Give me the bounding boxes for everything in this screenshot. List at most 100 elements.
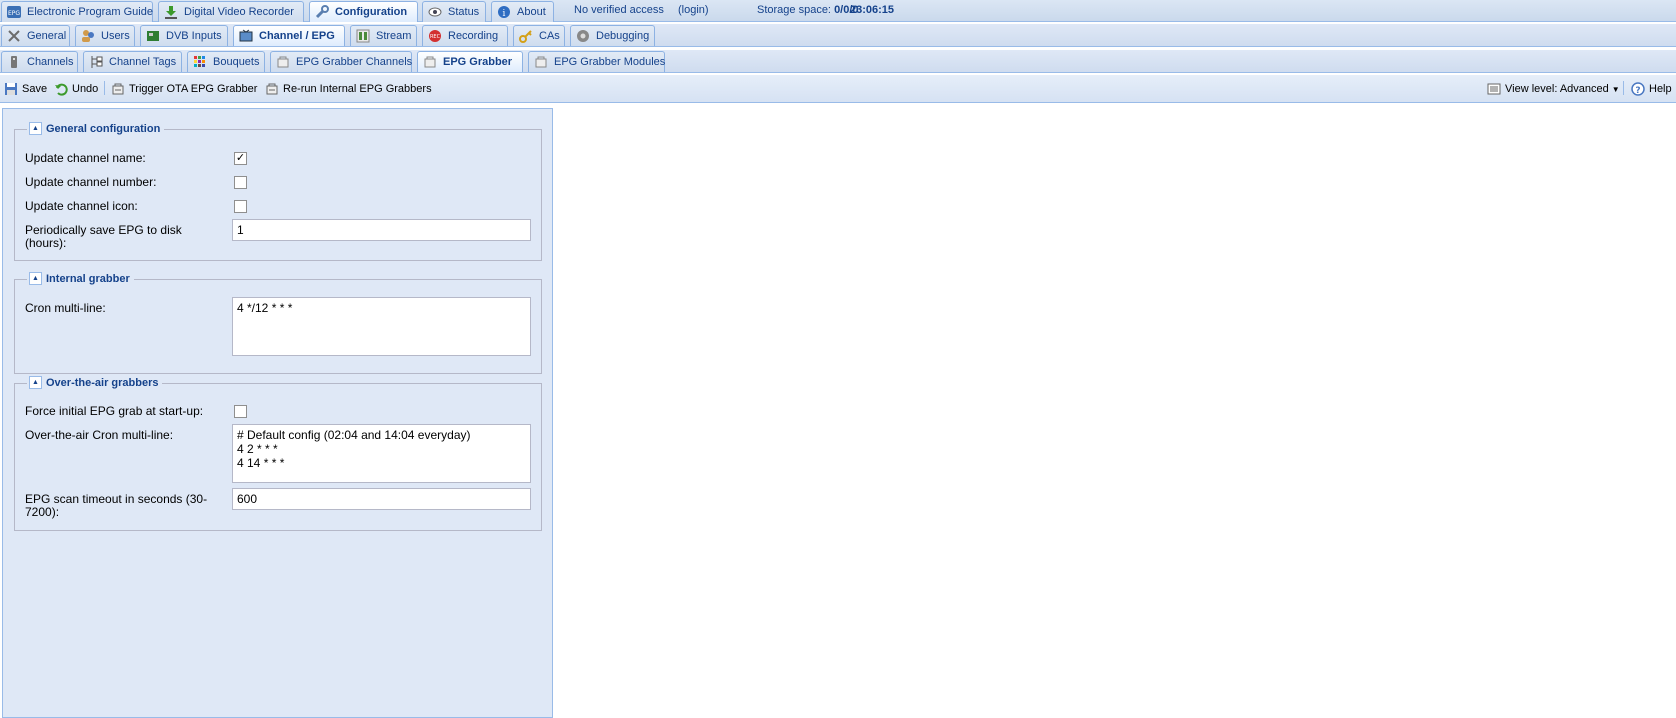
storage-label: Storage space:: [757, 4, 831, 16]
svg-text:i: i: [503, 9, 506, 19]
view-level-label: View level: Advanced: [1505, 83, 1609, 95]
tab-label: General: [27, 30, 67, 42]
stream-icon: [355, 28, 371, 44]
internal-grabber-fieldset: ▲ Internal grabber Cron multi-line: 4 */…: [14, 272, 542, 374]
login-link[interactable]: (login): [678, 4, 709, 16]
tv-icon: [238, 28, 254, 44]
tab-digital-video-recorder[interactable]: Digital Video Recorder: [158, 1, 304, 22]
tab-label: CAs: [539, 30, 560, 42]
general-configuration-fieldset: ▲ General configuration Update channel n…: [14, 122, 542, 261]
over-the-air-grabbers-fieldset: ▲ Over-the-air grabbers Force initial EP…: [14, 376, 542, 531]
tab-cas[interactable]: CAs: [513, 25, 565, 46]
save-epg-hours-input[interactable]: 1: [232, 219, 531, 241]
save-label: Save: [22, 83, 48, 95]
tab-label: Status: [448, 6, 480, 18]
force-initial-epg-grab-label: Force initial EPG grab at start-up:: [25, 404, 204, 418]
tab-channel-tags[interactable]: Channel Tags: [83, 51, 182, 72]
tab-channel-epg[interactable]: Channel / EPG: [233, 25, 345, 46]
tab-epg-grabber-channels[interactable]: EPG Grabber Channels: [270, 51, 412, 72]
tab-label: Channel Tags: [109, 56, 177, 68]
users-icon: [80, 28, 96, 44]
collapse-icon[interactable]: ▲: [29, 122, 42, 135]
storage-space: Storage space: 0/0/0: [757, 4, 859, 16]
grid-icon: [192, 54, 208, 70]
collapse-icon[interactable]: ▲: [29, 376, 42, 389]
save-button[interactable]: Save: [3, 80, 47, 98]
tab-status[interactable]: Status: [422, 1, 486, 22]
rec-icon: REC: [427, 28, 443, 44]
eye-icon: [427, 4, 443, 20]
tab-about[interactable]: i About: [491, 1, 554, 22]
toolbar-separator: [104, 81, 105, 95]
fieldset-title: Internal grabber: [46, 272, 130, 285]
rerun-label: Re-run Internal EPG Grabbers: [283, 83, 432, 95]
tab-stream[interactable]: Stream: [350, 25, 417, 46]
tab-label: EPG Grabber Channels: [296, 56, 413, 68]
chevron-down-icon: ▼: [1611, 84, 1620, 94]
svg-text:REC: REC: [430, 34, 441, 40]
update-channel-icon-label: Update channel icon:: [25, 199, 138, 213]
tab-general[interactable]: General: [1, 25, 70, 46]
trigger-label: Trigger OTA EPG Grabber: [129, 83, 258, 95]
remote-icon: [6, 54, 22, 70]
help-label: Help: [1649, 83, 1672, 95]
tab-electronic-program-guide[interactable]: EPG Electronic Program Guide: [1, 1, 153, 22]
key-icon: [518, 28, 534, 44]
svg-text:EPG: EPG: [8, 10, 20, 17]
general-configuration-legend: ▲ General configuration: [27, 122, 165, 135]
help-button[interactable]: ? Help: [1630, 80, 1672, 98]
ota-cron-multi-line-textarea[interactable]: # Default config (02:04 and 14:04 everyd…: [232, 424, 531, 483]
tools-icon: [6, 28, 22, 44]
grabber-icon: [110, 81, 126, 97]
cron-multi-line-label: Cron multi-line:: [25, 301, 106, 315]
tab-bouquets[interactable]: Bouquets: [187, 51, 265, 72]
svg-text:?: ?: [1635, 86, 1640, 96]
access-status: No verified access: [574, 4, 664, 16]
over-the-air-grabbers-legend: ▲ Over-the-air grabbers: [27, 376, 163, 389]
grabber-icon: [533, 54, 549, 70]
view-level-dropdown[interactable]: View level: Advanced ▼: [1486, 80, 1620, 98]
bug-icon: [575, 28, 591, 44]
tab-dvb-inputs[interactable]: DVB Inputs: [140, 25, 228, 46]
fieldset-title: General configuration: [46, 122, 161, 135]
tab-users[interactable]: Users: [75, 25, 135, 46]
tab-label: Debugging: [596, 30, 650, 42]
tree-icon: [88, 54, 104, 70]
collapse-icon[interactable]: ▲: [29, 272, 42, 285]
clock: 23:06:15: [850, 4, 895, 16]
config-tab-bar: General Users DVB Inputs Channel / EPG S…: [0, 24, 1676, 47]
tab-label: Electronic Program Guide: [27, 6, 153, 18]
cron-multi-line-textarea[interactable]: 4 */12 * * *: [232, 297, 531, 356]
update-channel-number-label: Update channel number:: [25, 175, 157, 189]
update-channel-name-checkbox[interactable]: ✓: [234, 152, 247, 165]
trigger-ota-epg-grabber-button[interactable]: Trigger OTA EPG Grabber: [110, 80, 257, 98]
tab-recording[interactable]: REC Recording: [422, 25, 508, 46]
tab-channels[interactable]: Channels: [1, 51, 78, 72]
tab-epg-grabber[interactable]: EPG Grabber: [417, 51, 523, 72]
tab-epg-grabber-modules[interactable]: EPG Grabber Modules: [528, 51, 665, 72]
tab-label: Stream: [376, 30, 412, 42]
rerun-internal-epg-grabbers-button[interactable]: Re-run Internal EPG Grabbers: [264, 80, 432, 98]
tab-debugging[interactable]: Debugging: [570, 25, 655, 46]
epg-scan-timeout-input[interactable]: 600: [232, 488, 531, 510]
tab-label: Bouquets: [213, 56, 260, 68]
tab-label: EPG Grabber Modules: [554, 56, 666, 68]
update-channel-number-checkbox[interactable]: [234, 176, 247, 189]
grabber-icon: [264, 81, 280, 97]
sub-tab-bar: Channels Channel Tags Bouquets EPG Grabb…: [0, 50, 1676, 73]
epg-scan-timeout-label: EPG scan timeout in seconds (30- 7200):: [25, 493, 207, 519]
ota-cron-multi-line-label: Over-the-air Cron multi-line:: [25, 428, 174, 442]
internal-grabber-legend: ▲ Internal grabber: [27, 272, 134, 285]
force-initial-epg-grab-checkbox[interactable]: [234, 405, 247, 418]
download-icon: [163, 4, 179, 20]
undo-label: Undo: [72, 83, 99, 95]
tab-label: EPG Grabber: [443, 56, 513, 68]
epg-icon: EPG: [6, 4, 22, 20]
undo-button[interactable]: Undo: [53, 80, 98, 98]
main-tab-bar: EPG Electronic Program Guide Digital Vid…: [0, 0, 1676, 22]
update-channel-icon-checkbox[interactable]: [234, 200, 247, 213]
tab-label: About: [517, 6, 546, 18]
tab-configuration[interactable]: Configuration: [309, 1, 418, 22]
tab-label: Configuration: [335, 6, 408, 18]
save-icon: [3, 81, 19, 97]
